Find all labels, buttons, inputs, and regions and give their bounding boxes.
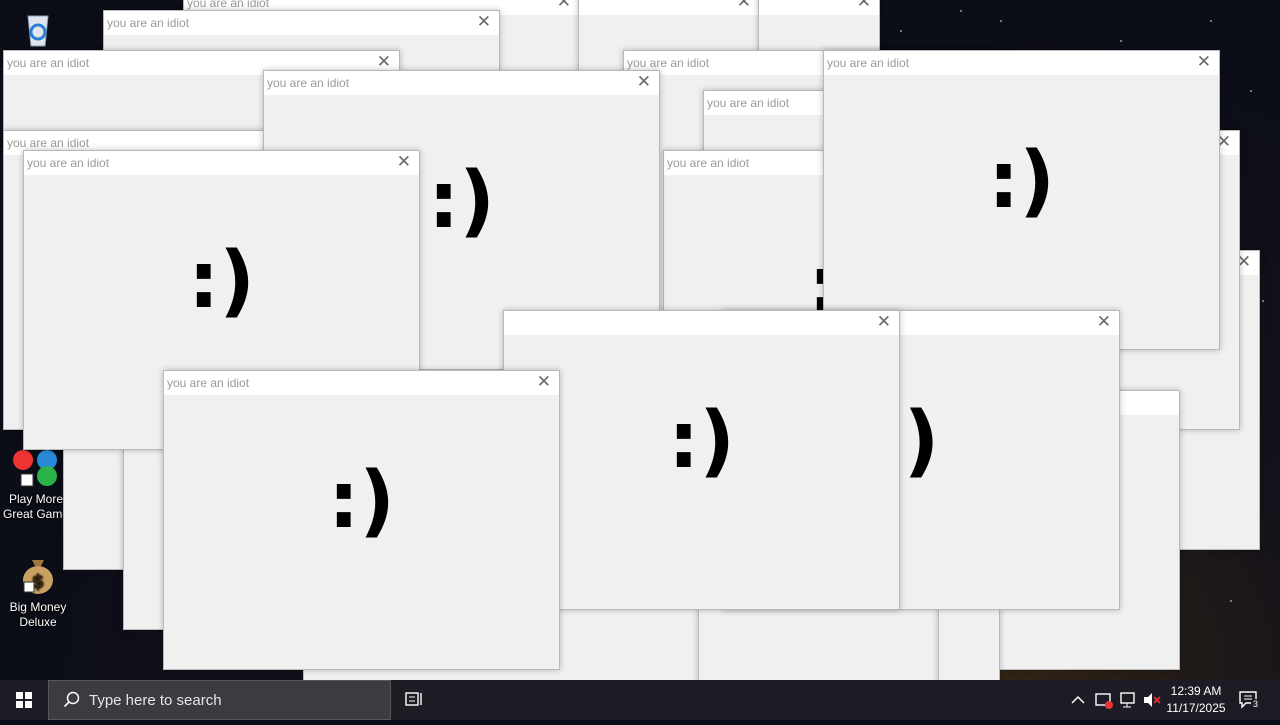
task-view-icon[interactable] <box>404 690 426 715</box>
network-icon[interactable] <box>1118 690 1138 715</box>
close-icon[interactable]: ✕ <box>537 373 551 391</box>
smiley-face: :) <box>668 396 735 486</box>
popup-window[interactable]: ✕ :) <box>503 310 900 610</box>
close-icon[interactable]: ✕ <box>737 0 751 11</box>
window-title: you are an idiot <box>267 76 350 90</box>
clock-time: 12:39 AM <box>1170 684 1222 698</box>
play-more-games-shortcut[interactable]: Play More Great Game <box>0 448 72 522</box>
chevron-up-icon[interactable] <box>1070 690 1086 715</box>
desktop: Play More Great Game $ Big Money Deluxe … <box>0 0 1280 680</box>
close-icon[interactable]: ✕ <box>377 53 391 71</box>
titlebar[interactable]: you are an idiot ✕ <box>24 151 419 175</box>
window-title: you are an idiot <box>187 0 270 10</box>
big-money-deluxe-label: Big Money Deluxe <box>9 600 67 629</box>
close-icon[interactable]: ✕ <box>397 153 411 171</box>
notification-count-badge: 3 <box>1251 699 1261 709</box>
system-clock[interactable]: 12:39 AM 11/17/2025 <box>1160 683 1232 717</box>
titlebar[interactable]: ✕ <box>504 311 899 335</box>
window-title: you are an idiot <box>27 156 110 170</box>
security-icon[interactable] <box>1094 690 1114 715</box>
window-title: you are an idiot <box>7 56 90 70</box>
window-title: you are an idiot <box>627 56 710 70</box>
search-icon <box>63 691 81 714</box>
window-title: you are an idiot <box>167 376 250 390</box>
notification-center-icon[interactable]: 3 <box>1238 690 1262 717</box>
recycle-bin-icon[interactable] <box>2 8 74 52</box>
search-placeholder: Type here to search <box>89 692 222 709</box>
titlebar[interactable]: you are an idiot ✕ <box>264 71 659 95</box>
close-icon[interactable]: ✕ <box>1097 313 1111 331</box>
close-icon[interactable]: ✕ <box>877 313 891 331</box>
money-bag-icon: $ <box>23 560 53 594</box>
titlebar[interactable]: ✕ <box>579 0 759 15</box>
play-more-games-label: Play More Great Game <box>2 492 70 521</box>
windows-logo-icon <box>16 692 32 708</box>
close-icon[interactable]: ✕ <box>477 13 491 31</box>
close-icon[interactable]: ✕ <box>1197 53 1211 71</box>
taskbar: Type here to search 12:39 AM 11/17/2025 … <box>0 680 1280 720</box>
popup-window[interactable]: you are an idiot ✕ :) <box>163 370 560 670</box>
volume-muted-icon[interactable] <box>1142 690 1162 715</box>
start-button[interactable] <box>0 680 48 720</box>
close-icon[interactable]: ✕ <box>857 0 871 11</box>
smiley-face: :) <box>188 236 255 326</box>
close-icon[interactable]: ✕ <box>557 0 571 11</box>
window-title: you are an idiot <box>667 156 750 170</box>
games-app-icon <box>13 450 57 487</box>
smiley-face: :) <box>988 136 1055 226</box>
titlebar[interactable]: you are an idiot ✕ <box>164 371 559 395</box>
popup-window[interactable]: you are an idiot ✕ :) <box>823 50 1220 350</box>
window-title: you are an idiot <box>7 136 90 150</box>
window-title: you are an idiot <box>707 96 790 110</box>
clock-date: 11/17/2025 <box>1166 701 1226 715</box>
smiley-face: :) <box>328 456 395 546</box>
titlebar[interactable]: you are an idiot ✕ <box>104 11 499 35</box>
window-title: you are an idiot <box>827 56 910 70</box>
window-title: you are an idiot <box>107 16 190 30</box>
titlebar[interactable]: you are an idiot ✕ <box>824 51 1219 75</box>
search-box[interactable]: Type here to search <box>48 680 391 720</box>
titlebar[interactable]: ✕ <box>759 0 879 15</box>
close-icon[interactable]: ✕ <box>637 73 651 91</box>
